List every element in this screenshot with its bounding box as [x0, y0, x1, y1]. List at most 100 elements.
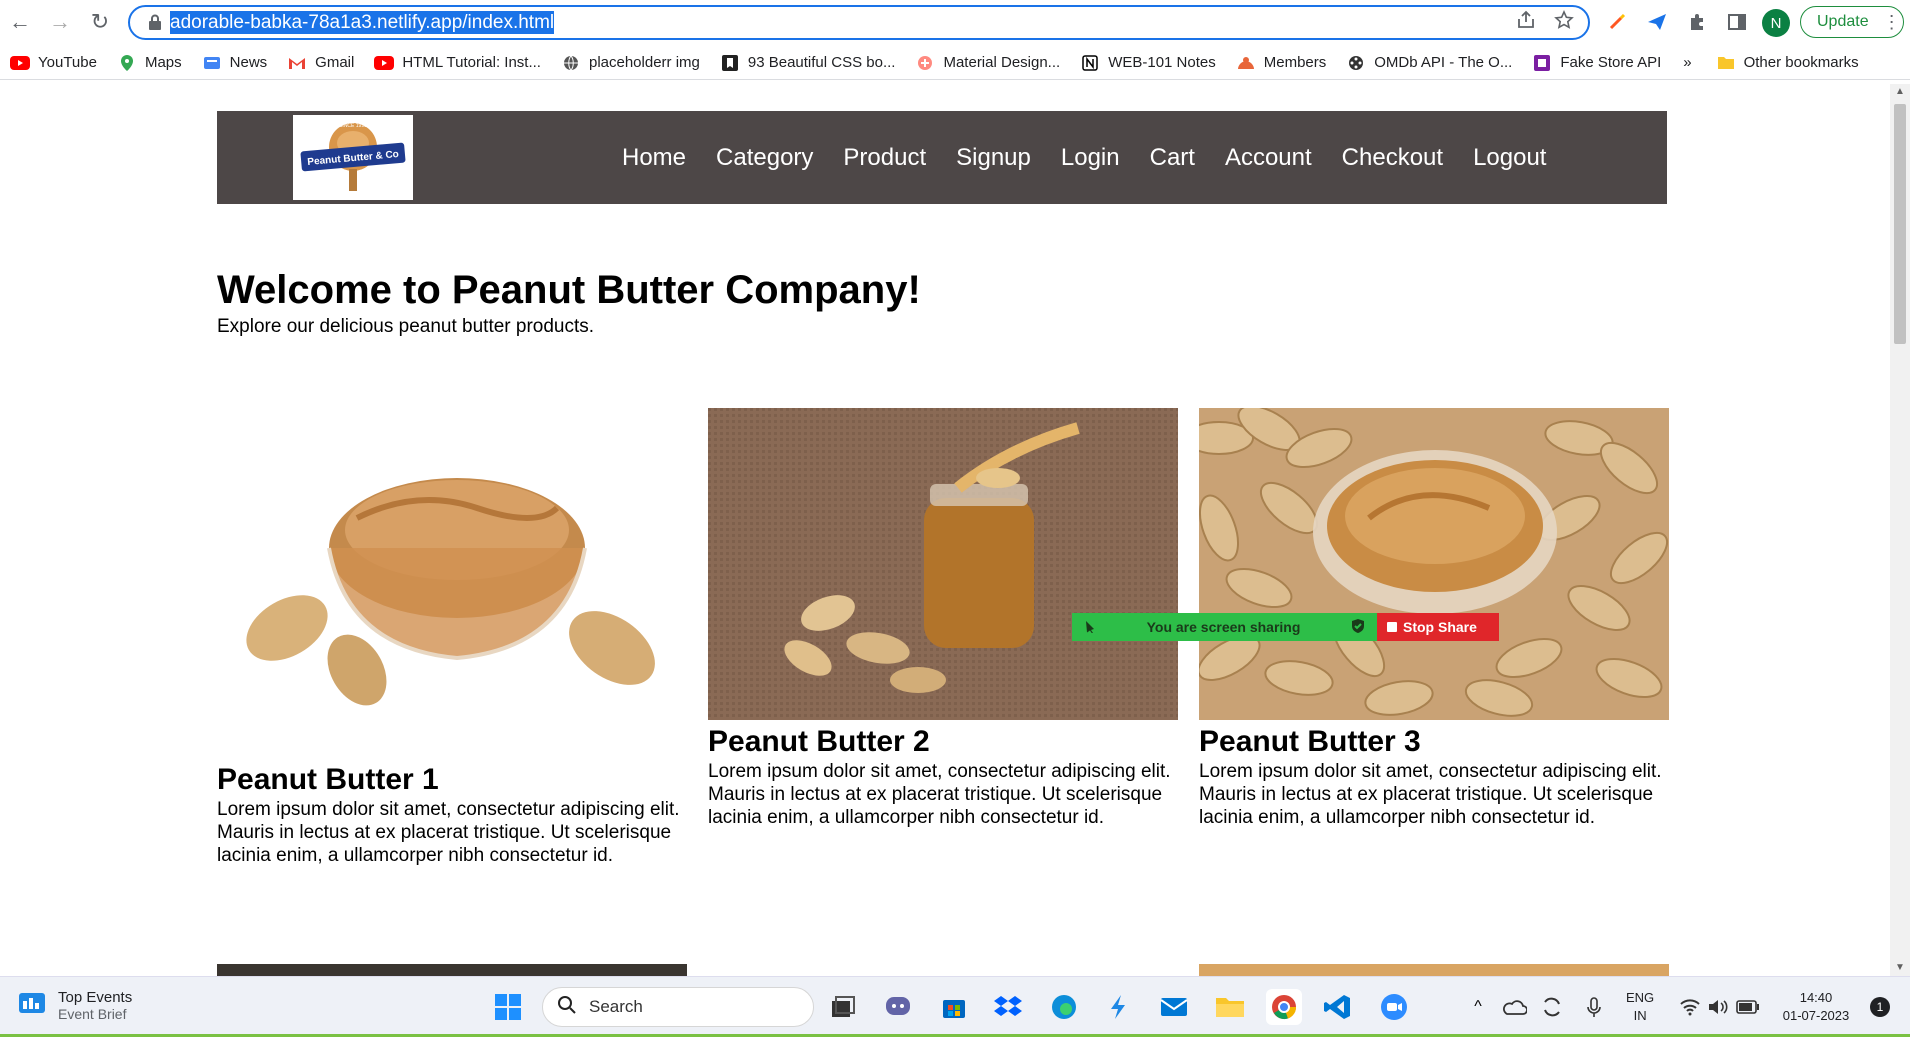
scrollbar-thumb[interactable] — [1894, 104, 1906, 344]
bookmark-1[interactable]: YouTube — [10, 54, 97, 72]
nav-link-login[interactable]: Login — [1061, 144, 1120, 172]
reload-icon[interactable]: ↻ — [80, 2, 120, 42]
nav-link-account[interactable]: Account — [1225, 144, 1312, 172]
scroll-down-icon[interactable]: ▼ — [1895, 962, 1905, 973]
nav-link-logout[interactable]: Logout — [1473, 144, 1546, 172]
address-bar[interactable]: adorable-babka-78a1a3.netlify.app/index.… — [128, 5, 1590, 40]
color-picker-extension-icon[interactable] — [1602, 8, 1632, 36]
nav-link-signup[interactable]: Signup — [956, 144, 1031, 172]
url-text[interactable]: adorable-babka-78a1a3.netlify.app/index.… — [170, 10, 555, 34]
stop-share-label: Stop Share — [1403, 619, 1477, 635]
product-image-2[interactable] — [708, 408, 1178, 720]
page-scrollbar[interactable]: ▲ ▼ — [1890, 84, 1910, 976]
nav-link-category[interactable]: Category — [716, 144, 813, 172]
vscode-insider-icon[interactable] — [1100, 989, 1136, 1025]
battery-icon[interactable] — [1730, 989, 1766, 1025]
bookmark-11[interactable]: OMDb API - The O... — [1346, 54, 1512, 72]
screen-sharing-indicator[interactable]: You are screen sharing — [1072, 613, 1377, 641]
drag-handle-icon[interactable] — [1084, 619, 1096, 636]
material-icon — [915, 54, 935, 72]
svg-text:SINCE 1998: SINCE 1998 — [339, 123, 367, 129]
site-logo[interactable]: Peanut Butter & Co SINCE 1998 — [293, 115, 413, 200]
windows-start-icon[interactable] — [490, 989, 526, 1025]
lock-icon[interactable] — [144, 14, 166, 31]
scroll-up-icon[interactable]: ▲ — [1895, 86, 1905, 97]
back-icon[interactable]: ← — [0, 2, 40, 42]
bookmark-6[interactable]: placeholderr img — [561, 54, 700, 72]
more-bookmarks-chevron[interactable]: » — [1683, 54, 1691, 71]
profile-avatar[interactable]: N — [1762, 9, 1790, 37]
onedrive-icon[interactable] — [1496, 989, 1532, 1025]
task-view-icon[interactable] — [825, 989, 861, 1025]
microphone-icon[interactable] — [1576, 989, 1612, 1025]
bookmark-label: News — [229, 54, 268, 71]
site-header: Peanut Butter & Co SINCE 1998 Home Catego… — [217, 111, 1667, 204]
clock-date: 01-07-2023 — [1782, 1008, 1850, 1023]
members-icon — [1236, 54, 1256, 72]
store-icon — [1532, 54, 1552, 72]
product-image-1[interactable] — [217, 408, 687, 758]
bookmark-4[interactable]: Gmail — [287, 54, 354, 72]
microsoft-store-icon[interactable] — [936, 989, 972, 1025]
bookmark-5[interactable]: HTML Tutorial: Inst... — [374, 54, 541, 72]
forward-icon[interactable]: → — [40, 2, 80, 42]
product-name-2: Peanut Butter 2 — [708, 725, 930, 758]
stop-share-button[interactable]: Stop Share — [1377, 613, 1499, 641]
product-image-6[interactable] — [1199, 964, 1669, 976]
page-title: Welcome to Peanut Butter Company! — [217, 268, 921, 312]
taskbar-search[interactable]: Search — [542, 987, 814, 1027]
news-icon — [202, 54, 222, 72]
product-name-1: Peanut Butter 1 — [217, 763, 439, 796]
hero-section: Welcome to Peanut Butter Company! Explor… — [217, 266, 921, 338]
product-image-3[interactable] — [1199, 408, 1669, 720]
paper-plane-extension-icon[interactable] — [1642, 8, 1672, 36]
bookmark-label: 93 Beautiful CSS bo... — [747, 54, 896, 71]
globe-icon — [561, 54, 581, 72]
bookmark-label: Members — [1263, 54, 1327, 71]
shield-icon — [1351, 618, 1365, 637]
teams-chat-icon[interactable] — [880, 989, 916, 1025]
bookmark-3[interactable]: News — [202, 54, 268, 72]
zoom-icon[interactable] — [1376, 989, 1412, 1025]
bookmark-2[interactable]: Maps — [117, 54, 182, 72]
page-subtitle: Explore our delicious peanut butter prod… — [217, 316, 595, 337]
edge-browser-icon[interactable] — [1046, 989, 1082, 1025]
side-panel-icon[interactable] — [1722, 8, 1752, 36]
bookmark-10[interactable]: Members — [1236, 54, 1327, 72]
notion-icon — [1080, 54, 1100, 72]
share-icon[interactable] — [1516, 10, 1536, 35]
nav-link-cart[interactable]: Cart — [1150, 144, 1195, 172]
youtube-icon — [374, 54, 395, 72]
widgets-button[interactable]: Top Events Event Brief — [18, 989, 132, 1022]
sync-icon[interactable] — [1534, 989, 1570, 1025]
extensions-puzzle-icon[interactable] — [1682, 8, 1712, 36]
zoom-share-banner: You are screen sharing Stop Share — [1072, 613, 1499, 641]
bookmark-9[interactable]: WEB-101 Notes — [1080, 54, 1216, 72]
bookmark-7[interactable]: 93 Beautiful CSS bo... — [720, 54, 896, 72]
file-explorer-icon[interactable] — [1212, 989, 1248, 1025]
nav-link-home[interactable]: Home — [622, 144, 686, 172]
language-indicator[interactable]: ENG IN — [1626, 989, 1654, 1025]
windows-taskbar: Top Events Event Brief Search ^ ENG IN 1… — [0, 976, 1910, 1037]
peanut-butter-logo-icon: Peanut Butter & Co SINCE 1998 — [300, 122, 406, 191]
nav-link-product[interactable]: Product — [843, 144, 926, 172]
update-button[interactable]: Update ⋮ — [1800, 6, 1904, 38]
bookmark-12[interactable]: Fake Store API — [1532, 54, 1661, 72]
kebab-menu-icon[interactable]: ⋮ — [1883, 12, 1901, 33]
notification-badge[interactable]: 1 — [1870, 997, 1890, 1017]
vscode-icon[interactable] — [1320, 989, 1356, 1025]
bookmark-8[interactable]: Material Design... — [915, 54, 1060, 72]
clock[interactable]: 14:40 01-07-2023 — [1776, 989, 1856, 1025]
nav-link-checkout[interactable]: Checkout — [1342, 144, 1443, 172]
bookmark-label: placeholderr img — [588, 54, 700, 71]
dropbox-icon[interactable] — [990, 989, 1026, 1025]
star-icon[interactable] — [1554, 10, 1574, 35]
product-image-4[interactable] — [217, 964, 687, 976]
bookmark-label: Fake Store API — [1560, 54, 1662, 71]
sharing-text: You are screen sharing — [1146, 619, 1301, 635]
mail-icon[interactable] — [1156, 989, 1192, 1025]
search-icon — [557, 995, 577, 1020]
chrome-icon[interactable] — [1266, 989, 1302, 1025]
other-bookmarks-folder[interactable]: Other bookmarks — [1716, 54, 1859, 72]
show-hidden-icons-chevron[interactable]: ^ — [1460, 989, 1496, 1025]
